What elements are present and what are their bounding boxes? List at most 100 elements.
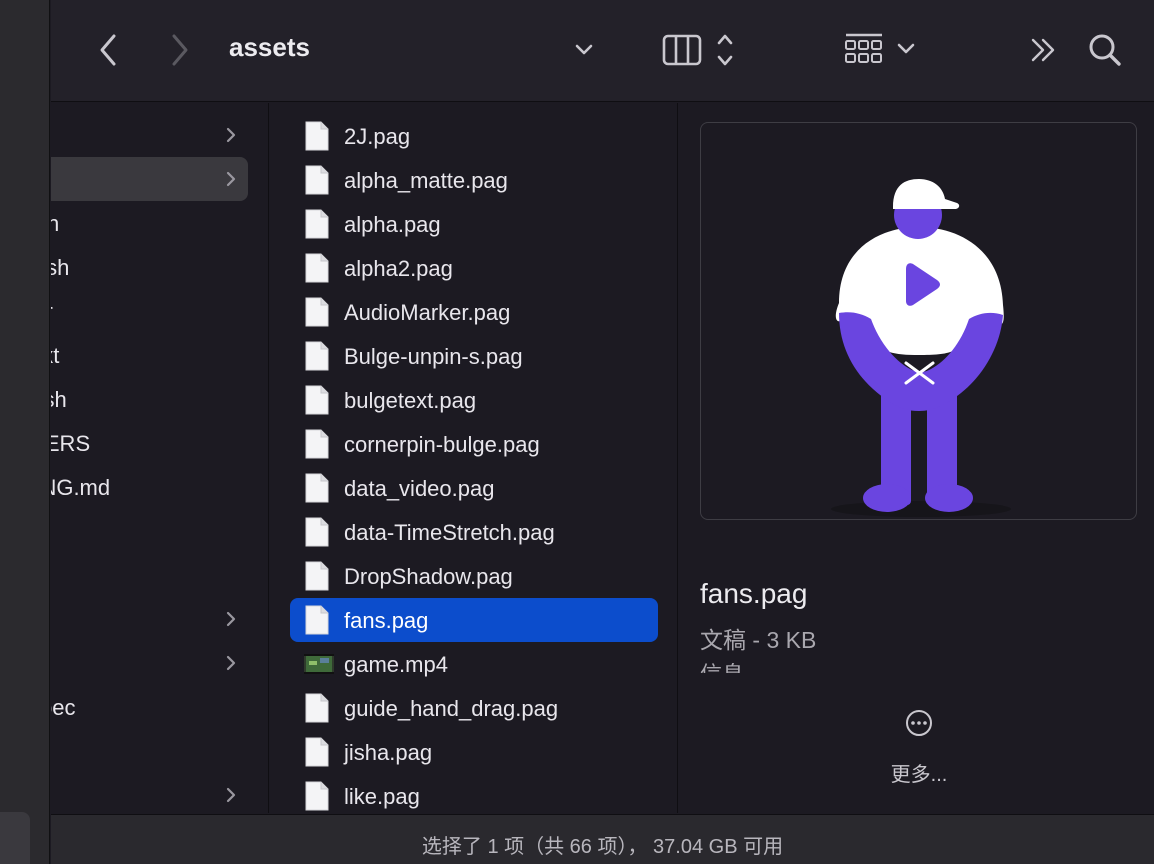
parent-folder-item-label: nt.sh [51, 387, 67, 412]
chevron-right-icon [223, 785, 239, 805]
file-row[interactable]: game.mp4 [290, 642, 658, 686]
file-name: guide_hand_drag.pag [344, 696, 559, 721]
column-view-icon[interactable] [661, 30, 741, 70]
document-icon [304, 341, 330, 371]
chevron-right-icon [223, 653, 239, 673]
file-preview-thumbnail [700, 122, 1137, 520]
parent-folder-item[interactable]: x.sh [51, 245, 268, 289]
parent-folder-item[interactable] [51, 641, 268, 685]
parent-folder-item-label: dor [51, 299, 53, 325]
file-name: Bulge-unpin-s.pag [344, 344, 523, 369]
parent-folder-item-label: NERS [51, 431, 91, 456]
file-name: alpha.pag [344, 212, 441, 237]
document-icon [304, 473, 330, 503]
file-name: data-TimeStretch.pag [344, 520, 555, 545]
file-row[interactable]: cornerpin-bulge.pag [290, 422, 658, 466]
document-icon [304, 385, 330, 415]
parent-folder-item[interactable]: xt [51, 729, 268, 773]
document-icon [304, 693, 330, 723]
window-left-strip [0, 0, 50, 864]
file-row[interactable]: 2J.pag [290, 114, 658, 158]
document-icon [304, 517, 330, 547]
file-row[interactable]: AudioMarker.pag [290, 290, 658, 334]
parent-folder-item[interactable] [51, 553, 268, 597]
file-name: alpha_matte.pag [344, 168, 508, 193]
file-row[interactable]: bulgetext.pag [290, 378, 658, 422]
chevron-right-icon [223, 125, 239, 145]
document-icon [304, 253, 330, 283]
file-row[interactable]: jisha.pag [290, 730, 658, 774]
document-icon [304, 165, 330, 195]
parent-folder-item[interactable] [51, 773, 268, 813]
preview-pane: fans.pag 文稿 - 3 KB 信息 更多... [679, 103, 1154, 813]
document-icon [304, 209, 330, 239]
file-name: alpha2.pag [344, 256, 453, 281]
file-row[interactable]: alpha.pag [290, 202, 658, 246]
chevron-right-icon [223, 609, 239, 629]
preview-file-kind-size: 文稿 - 3 KB [700, 627, 817, 653]
fans-character-illustration [831, 179, 1011, 517]
parent-folder-item[interactable]: NERS [51, 421, 268, 465]
ellipsis-circle-icon[interactable] [905, 709, 933, 737]
file-row[interactable]: Bulge-unpin-s.pag [290, 334, 658, 378]
file-name: bulgetext.pag [344, 388, 477, 413]
file-name: like.pag [344, 784, 420, 809]
document-icon [304, 121, 330, 151]
preview-file-name: fans.pag [700, 578, 808, 609]
file-list-column: 2J.pag alpha_matte.pag alpha.pag alpha2.pag… [270, 103, 678, 813]
file-row[interactable]: data-TimeStretch.pag [290, 510, 658, 554]
preview-info-heading-clipped: 信息 [700, 663, 760, 673]
parent-folder-item[interactable] [51, 157, 248, 201]
parent-folder-item[interactable]: s.txt [51, 333, 268, 377]
parent-folder-item[interactable] [51, 597, 268, 641]
video-thumbnail-icon [304, 649, 334, 679]
chevron-down-icon[interactable] [571, 38, 597, 62]
document-icon [304, 297, 330, 327]
document-icon [304, 781, 330, 811]
file-name: AudioMarker.pag [344, 300, 511, 325]
parent-folder-item-label: s.txt [51, 343, 60, 368]
file-row[interactable]: alpha2.pag [290, 246, 658, 290]
more-button[interactable]: 更多... [877, 703, 961, 793]
parent-folder-item[interactable]: dor [51, 289, 268, 333]
double-chevron-right-icon[interactable] [1025, 32, 1061, 68]
sidebar-selection-fragment [0, 812, 30, 864]
grid-group-icon[interactable] [843, 30, 923, 70]
file-name: 2J.pag [344, 124, 411, 149]
file-name: jisha.pag [344, 740, 433, 765]
file-row[interactable]: alpha_matte.pag [290, 158, 658, 202]
document-icon [304, 737, 330, 767]
document-icon [304, 429, 330, 459]
toolbar: assets [51, 0, 1154, 102]
file-row[interactable]: fans.pag [290, 598, 658, 642]
status-bar: 选择了 1 项（共 66 项）， 37.04 GB 可用 [51, 814, 1154, 864]
parent-folder-item-label: spec [51, 695, 76, 720]
parent-folder-item[interactable]: UTING.md [51, 465, 268, 509]
search-icon[interactable] [1085, 30, 1125, 70]
parent-folder-item[interactable]: fg [51, 509, 268, 553]
file-row[interactable]: data_video.pag [290, 466, 658, 510]
parent-folder-item-label: n [51, 211, 59, 237]
parent-folder-item[interactable]: nt.sh [51, 377, 268, 421]
parent-folder-item[interactable]: n [51, 201, 268, 245]
document-icon [304, 605, 330, 635]
document-icon [304, 561, 330, 591]
file-name: DropShadow.pag [344, 564, 513, 589]
parent-folder-item[interactable]: spec [51, 685, 268, 729]
chevron-left-icon[interactable] [95, 30, 121, 70]
window-title: assets [229, 32, 310, 62]
file-name: fans.pag [344, 608, 429, 633]
parent-folder-item-label: UTING.md [51, 475, 111, 500]
parent-folder-item-label: x.sh [51, 255, 70, 280]
parent-folder-column: n x.sh dor s.txt nt.sh NERS UTING.md fg spec xt [51, 103, 269, 813]
file-row[interactable]: like.pag [290, 774, 658, 813]
status-text: 选择了 1 项（共 66 项）， 37.04 GB 可用 [421, 836, 784, 858]
chevron-right-icon[interactable] [167, 30, 193, 70]
file-name: game.mp4 [344, 652, 448, 677]
parent-folder-item[interactable] [51, 113, 268, 157]
file-row[interactable]: DropShadow.pag [290, 554, 658, 598]
chevron-right-icon [223, 169, 239, 189]
file-row[interactable]: guide_hand_drag.pag [290, 686, 658, 730]
more-label[interactable]: 更多... [877, 758, 961, 787]
file-name: data_video.pag [344, 476, 495, 501]
